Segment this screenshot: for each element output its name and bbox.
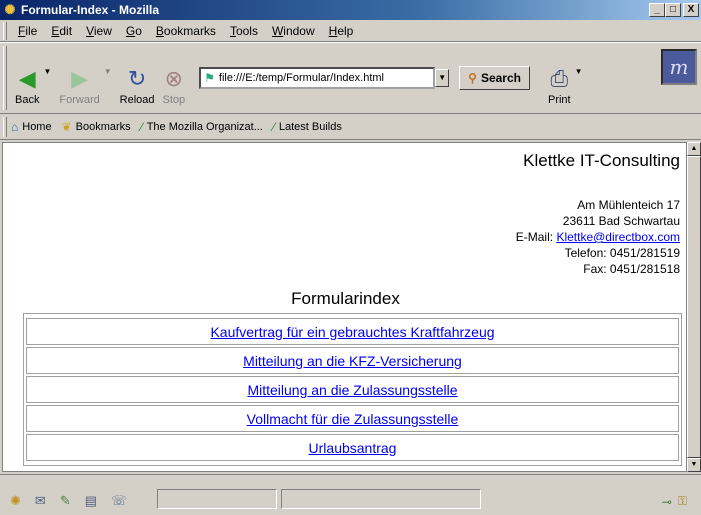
window-titlebar: ✺ Formular-Index - Mozilla _ □ X xyxy=(0,0,701,20)
link-icon: ⁄ xyxy=(272,119,275,134)
menu-tools[interactable]: Tools xyxy=(223,24,265,38)
menu-view[interactable]: View xyxy=(79,24,119,38)
forward-button[interactable]: ▶ Forward xyxy=(55,50,103,106)
composer-icon[interactable]: ✎ xyxy=(60,493,71,509)
stop-label: Stop xyxy=(162,94,186,106)
phone: Telefon: 0451/281519 xyxy=(564,246,680,260)
street: Am Mühlenteich 17 xyxy=(577,198,680,212)
print-dropdown-icon[interactable]: ▼ xyxy=(575,67,583,76)
toolbar-grip[interactable] xyxy=(3,46,7,110)
bookmarks-label: Bookmarks xyxy=(75,120,131,133)
page-proxy-icon[interactable]: ⚑ xyxy=(204,71,215,85)
company-name: Klettke IT-Consulting xyxy=(523,151,680,170)
forward-label: Forward xyxy=(59,94,100,106)
personal-toolbar: ⌂ Home ❦ Bookmarks ⁄ The Mozilla Organiz… xyxy=(0,114,701,140)
status-bar: ✺ ✉ ✎ ▤ ☏ ⊸ ⚿ xyxy=(0,474,701,515)
back-button[interactable]: ◀ Back xyxy=(11,50,43,106)
search-icon: ⚲ xyxy=(468,71,477,85)
menu-go[interactable]: Go xyxy=(119,24,149,38)
chat-icon[interactable]: ☏ xyxy=(111,493,127,509)
form-link-zulassungsstelle[interactable]: Mitteilung an die Zulassungsstelle xyxy=(247,382,457,398)
address-book-icon[interactable]: ▤ xyxy=(85,493,97,509)
contact-block: Am Mühlenteich 17 23611 Bad Schwartau E-… xyxy=(516,197,680,277)
latest-builds-link[interactable]: ⁄ Latest Builds xyxy=(273,120,342,134)
list-item: Vollmacht für die Zulassungsstelle xyxy=(26,405,679,432)
vertical-scrollbar[interactable]: ▲ ▼ xyxy=(687,142,701,472)
back-dropdown-icon[interactable]: ▼ xyxy=(43,67,51,76)
toolbar-grip[interactable] xyxy=(3,21,7,40)
email-link[interactable]: Klettke@directbox.com xyxy=(556,230,680,244)
home-icon: ⌂ xyxy=(11,119,19,134)
fax: Fax: 0451/281518 xyxy=(583,262,680,276)
close-button[interactable]: X xyxy=(683,3,699,17)
mozilla-throbber-icon[interactable]: m xyxy=(661,49,697,85)
form-link-urlaubsantrag[interactable]: Urlaubsantrag xyxy=(309,440,397,456)
scroll-down-icon[interactable]: ▼ xyxy=(687,458,701,472)
scroll-up-icon[interactable]: ▲ xyxy=(687,142,701,156)
status-text-panel xyxy=(157,489,278,509)
stop-icon: ⊗ xyxy=(164,66,184,91)
menu-edit[interactable]: Edit xyxy=(44,24,79,38)
page-title: Formularindex xyxy=(291,289,400,308)
back-label: Back xyxy=(15,94,40,106)
mozilla-app-icon: ✺ xyxy=(4,2,16,17)
list-item: Urlaubsantrag xyxy=(26,434,679,461)
forward-arrow-icon: ▶ xyxy=(71,66,89,91)
reload-label: Reload xyxy=(119,94,155,106)
forward-dropdown-icon[interactable]: ▼ xyxy=(104,67,112,76)
navigation-toolbar: ◀ Back ▼ ▶ Forward ▼ ↻ Reload ⊗ Stop ⚑ f… xyxy=(0,42,701,114)
component-bar: ✺ ✉ ✎ ▤ ☏ xyxy=(10,493,127,509)
menu-bar: File Edit View Go Bookmarks Tools Window… xyxy=(0,20,701,42)
search-label: Search xyxy=(480,71,521,85)
print-label: Print xyxy=(547,94,571,106)
minimize-button[interactable]: _ xyxy=(649,3,665,17)
form-link-vollmacht[interactable]: Vollmacht für die Zulassungsstelle xyxy=(247,411,459,427)
list-item: Mitteilung an die KFZ-Versicherung xyxy=(26,347,679,374)
home-button[interactable]: ⌂ Home xyxy=(11,120,52,134)
window-title: Formular-Index - Mozilla xyxy=(21,3,160,17)
home-label: Home xyxy=(22,120,52,133)
url-dropdown-button[interactable]: ▼ xyxy=(435,69,450,87)
link-icon: ⁄ xyxy=(140,119,143,134)
menu-window[interactable]: Window xyxy=(265,24,322,38)
city: 23611 Bad Schwartau xyxy=(562,214,680,228)
menu-file[interactable]: File xyxy=(11,24,44,38)
navigator-icon[interactable]: ✺ xyxy=(10,493,21,509)
latest-builds-label: Latest Builds xyxy=(278,120,342,133)
mozilla-org-label: The Mozilla Organizat... xyxy=(146,120,263,133)
form-link-versicherung[interactable]: Mitteilung an die KFZ-Versicherung xyxy=(243,353,462,369)
scroll-thumb[interactable] xyxy=(687,156,701,458)
page-content: Klettke IT-Consulting Am Mühlenteich 17 … xyxy=(2,142,687,472)
list-item: Kaufvertrag für ein gebrauchtes Kraftfah… xyxy=(26,318,679,345)
reload-button[interactable]: ↻ Reload xyxy=(116,50,159,106)
window-controls: _ □ X xyxy=(649,3,699,17)
mozilla-org-link[interactable]: ⁄ The Mozilla Organizat... xyxy=(141,120,263,134)
mail-icon[interactable]: ✉ xyxy=(35,493,46,509)
print-button[interactable]: ⎙ Print xyxy=(544,50,575,106)
status-progress-panel xyxy=(281,489,482,509)
stop-button[interactable]: ⊗ Stop xyxy=(159,50,190,106)
url-input[interactable]: ⚑ file:///E:/temp/Formular/Index.html xyxy=(199,67,436,89)
email-label: E-Mail: xyxy=(515,230,557,244)
bookmarks-button[interactable]: ❦ Bookmarks xyxy=(62,120,131,134)
online-icon[interactable]: ⊸ xyxy=(662,495,672,509)
list-item: Mitteilung an die Zulassungsstelle xyxy=(26,376,679,403)
status-right: ⊸ ⚿ xyxy=(662,494,687,509)
menu-help[interactable]: Help xyxy=(322,24,361,38)
security-lock-icon[interactable]: ⚿ xyxy=(678,494,687,509)
form-link-kaufvertrag[interactable]: Kaufvertrag für ein gebrauchtes Kraftfah… xyxy=(210,324,494,340)
bookmark-icon: ❦ xyxy=(61,119,72,134)
maximize-button[interactable]: □ xyxy=(665,3,681,17)
reload-icon: ↻ xyxy=(127,66,147,91)
url-value: file:///E:/temp/Formular/Index.html xyxy=(218,72,384,84)
back-arrow-icon: ◀ xyxy=(18,66,36,91)
email-line: E-Mail: Klettke@directbox.com xyxy=(516,229,680,245)
menu-bookmarks[interactable]: Bookmarks xyxy=(149,24,223,38)
printer-icon: ⎙ xyxy=(550,66,569,91)
toolbar-grip[interactable] xyxy=(3,116,7,137)
search-button[interactable]: ⚲ Search xyxy=(459,66,530,90)
form-list: Kaufvertrag für ein gebrauchtes Kraftfah… xyxy=(23,313,682,466)
